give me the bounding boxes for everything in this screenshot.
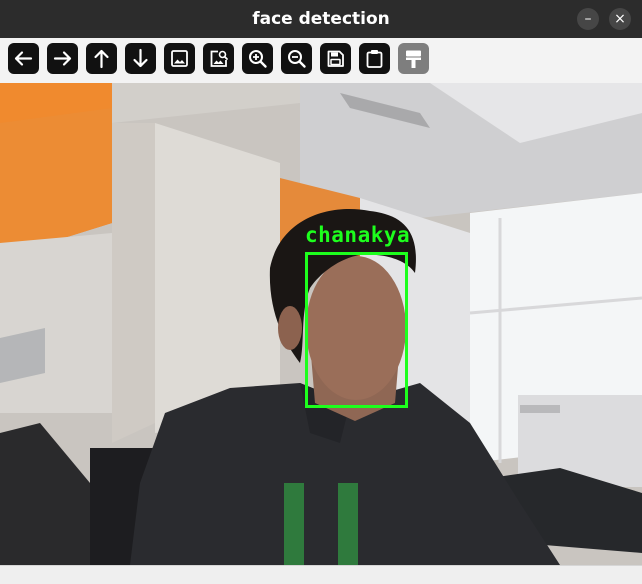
copy-to-clipboard-button[interactable] (359, 43, 390, 74)
face-label: chanakya (305, 223, 411, 247)
arrow-left-icon (14, 51, 33, 66)
minimize-button[interactable]: – (577, 8, 599, 30)
save-icon (327, 50, 344, 67)
pan-right-button[interactable] (47, 43, 78, 74)
pan-up-button[interactable] (86, 43, 117, 74)
app-window: face detection – × chanakya (0, 0, 642, 584)
zoom-out-button[interactable] (281, 43, 312, 74)
toolbar (0, 38, 642, 83)
arrow-down-icon (133, 48, 148, 68)
zoom-original-button[interactable] (203, 43, 234, 74)
properties-button[interactable] (398, 43, 429, 74)
image-search-icon (210, 50, 228, 67)
arrow-up-icon (94, 49, 109, 69)
zoom-out-icon (288, 50, 306, 68)
title-bar[interactable]: face detection – × (0, 0, 642, 38)
pan-down-button[interactable] (125, 43, 156, 74)
image-view[interactable]: chanakya (0, 83, 642, 565)
pan-left-button[interactable] (8, 43, 39, 74)
save-button[interactable] (320, 43, 351, 74)
zoom-in-button[interactable] (242, 43, 273, 74)
arrow-right-icon (53, 51, 72, 66)
window-title: face detection (252, 9, 390, 29)
close-button[interactable]: × (609, 8, 631, 30)
status-bar (0, 565, 642, 584)
image-icon (171, 50, 188, 67)
clipboard-icon (366, 50, 383, 68)
zoom-to-window-button[interactable] (164, 43, 195, 74)
paint-roller-icon (406, 50, 421, 68)
zoom-in-icon (249, 50, 267, 68)
face-bounding-box (305, 252, 408, 408)
